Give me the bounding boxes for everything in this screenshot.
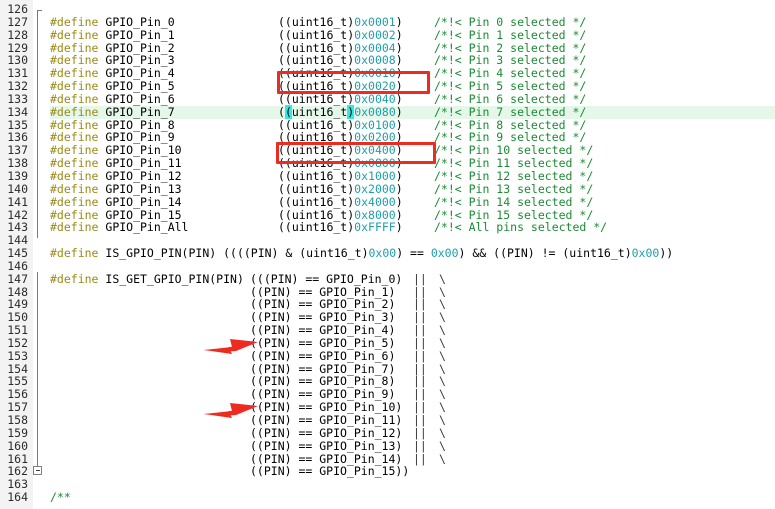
macro-body-token: ) == (396, 246, 431, 261)
doc-comment: /*!< Pin 1 selected */ (434, 27, 587, 42)
line-number: 147 (7, 271, 28, 286)
line-number: 126 (7, 2, 28, 16)
macro-value: ((uint16_t)0xFFFF) (278, 221, 403, 234)
logical-or-operator: || (413, 335, 427, 350)
doc-comment: /*!< Pin 6 selected */ (434, 91, 587, 106)
line-number-list: 126 127 128 129 130 131 132 133 134 135 136 137 138 1… (0, 3, 31, 504)
macro-name: GPIO_Pin_All (98, 220, 189, 235)
hex-literal: 0xFFFF (354, 220, 396, 235)
macro-condition: ((PIN) == GPIO_Pin_5) (250, 335, 396, 350)
code-line[interactable]: ((PIN) == GPIO_Pin_4) || \ (50, 324, 775, 337)
preprocessor-directive: #define (50, 271, 99, 286)
line-number: 133 (7, 91, 28, 106)
macro-condition: ((PIN) == GPIO_Pin_13) (250, 438, 403, 453)
doc-comment: /*!< Pin 13 selected */ (434, 181, 594, 196)
code-folding-column[interactable] (33, 0, 50, 509)
line-number: 164 (7, 490, 28, 505)
logical-or-operator: || (413, 438, 427, 453)
macro-body-token: ((((PIN) & (uint16_t) (216, 246, 369, 261)
line-number-gutter: 126 127 128 129 130 131 132 133 134 135 136 137 138 1… (0, 0, 34, 509)
code-line[interactable]: ((PIN) == GPIO_Pin_5) || \ (50, 337, 775, 350)
line-number: 139 (7, 168, 28, 183)
macro-condition: ((PIN) == GPIO_Pin_11) (250, 413, 403, 427)
line-continuation-backslash: \ (439, 348, 446, 363)
logical-or-operator: || (413, 271, 427, 286)
line-number: 158 (7, 413, 28, 427)
fold-region-line-defines (37, 10, 38, 238)
macro-body-token: )) (659, 246, 674, 261)
code-line[interactable]: ((PIN) == GPIO_Pin_11) || \ (50, 414, 775, 427)
macro-condition: ((PIN) == GPIO_Pin_12) (250, 425, 403, 440)
logical-or-operator: || (413, 413, 427, 427)
doc-comment: /*!< All pins selected */ (434, 220, 608, 235)
line-number: 152 (7, 335, 28, 350)
close-paren: ) (395, 220, 403, 235)
preprocessor-directive: #define (50, 220, 99, 235)
line-number: 128 (7, 27, 28, 42)
line-number: 160 (7, 438, 28, 453)
code-line[interactable]: ((PIN) == GPIO_Pin_15)) (50, 465, 775, 478)
doc-comment: /*!< Pin 12 selected */ (434, 168, 594, 183)
line-number: 145 (7, 246, 28, 261)
line-number: 132 (7, 79, 28, 94)
line-number: 134 (7, 104, 28, 119)
code-line[interactable]: ((PIN) == GPIO_Pin_6) || \ (50, 348, 775, 363)
cast-expression: ((uint16_t) (278, 220, 355, 235)
line-continuation-backslash: \ (439, 323, 446, 338)
line-continuation-backslash: \ (439, 438, 446, 453)
code-line[interactable]: ((PIN) == GPIO_Pin_12) || \ (50, 425, 775, 440)
code-text-area[interactable]: #define GPIO_Pin_0 ((uint16_t)0x0001)/*!<… (50, 3, 775, 504)
line-continuation-backslash: \ (439, 335, 446, 350)
line-number: 140 (7, 181, 28, 196)
code-line[interactable]: #define IS_GET_GPIO_PIN(PIN) (((PIN) == G… (50, 271, 775, 286)
block-comment-start: /** (50, 490, 71, 505)
doc-comment: /*!< Pin 0 selected */ (434, 14, 587, 29)
code-line[interactable]: ((PIN) == GPIO_Pin_13) || \ (50, 438, 775, 453)
line-number: 141 (7, 194, 28, 209)
logical-or-operator: || (413, 425, 427, 440)
logical-or-operator: || (413, 451, 427, 466)
fold-region-line-macro (37, 272, 38, 467)
line-continuation-backslash: \ (439, 451, 446, 466)
line-number: 159 (7, 425, 28, 440)
code-line[interactable]: #define IS_GPIO_PIN(PIN) ((((PIN) & (uin… (50, 247, 775, 260)
code-line[interactable] (50, 478, 775, 491)
macro-body-token: 0x00 (430, 246, 459, 261)
macro-name: IS_GET_GPIO_PIN(PIN) (98, 271, 244, 286)
line-continuation-backslash: \ (439, 413, 446, 427)
doc-comment: /*!< Pin 14 selected */ (434, 194, 594, 209)
macro-condition: (((PIN) == GPIO_Pin_0) (250, 271, 403, 286)
macro-condition: ((PIN) == GPIO_Pin_4) (250, 323, 396, 338)
macro-condition: ((PIN) == GPIO_Pin_6) (250, 348, 396, 363)
code-editor-view[interactable]: 126 127 128 129 130 131 132 133 134 135 136 137 138 1… (0, 0, 775, 509)
doc-comment: /*!< Pin 5 selected */ (434, 79, 587, 94)
line-continuation-backslash: \ (439, 271, 446, 286)
preprocessor-directive: #define (50, 246, 99, 261)
fold-collapse-box-164[interactable] (33, 466, 42, 475)
macro-body-token: ) && ((PIN) != (uint16_t) (458, 246, 632, 261)
logical-or-operator: || (413, 348, 427, 363)
macro-name: IS_GPIO_PIN(PIN) (98, 246, 217, 261)
doc-comment: /*!< Pin 7 selected */ (434, 104, 587, 119)
code-line[interactable]: ((PIN) == GPIO_Pin_14) || \ (50, 451, 775, 466)
code-line[interactable]: /** (50, 491, 775, 504)
line-number: 153 (7, 348, 28, 363)
line-number: 146 (7, 258, 28, 273)
line-continuation-backslash: \ (439, 425, 446, 440)
line-number: 127 (7, 14, 28, 29)
logical-or-operator: || (413, 323, 427, 338)
macro-condition: ((PIN) == GPIO_Pin_15)) (250, 464, 410, 479)
code-line[interactable]: #define GPIO_Pin_All ((uint16_t)0xFFFF) /*… (50, 221, 775, 234)
macro-body-token: 0x00 (631, 246, 660, 261)
macro-body-token: 0x00 (368, 246, 397, 261)
line-number: 151 (7, 323, 28, 338)
